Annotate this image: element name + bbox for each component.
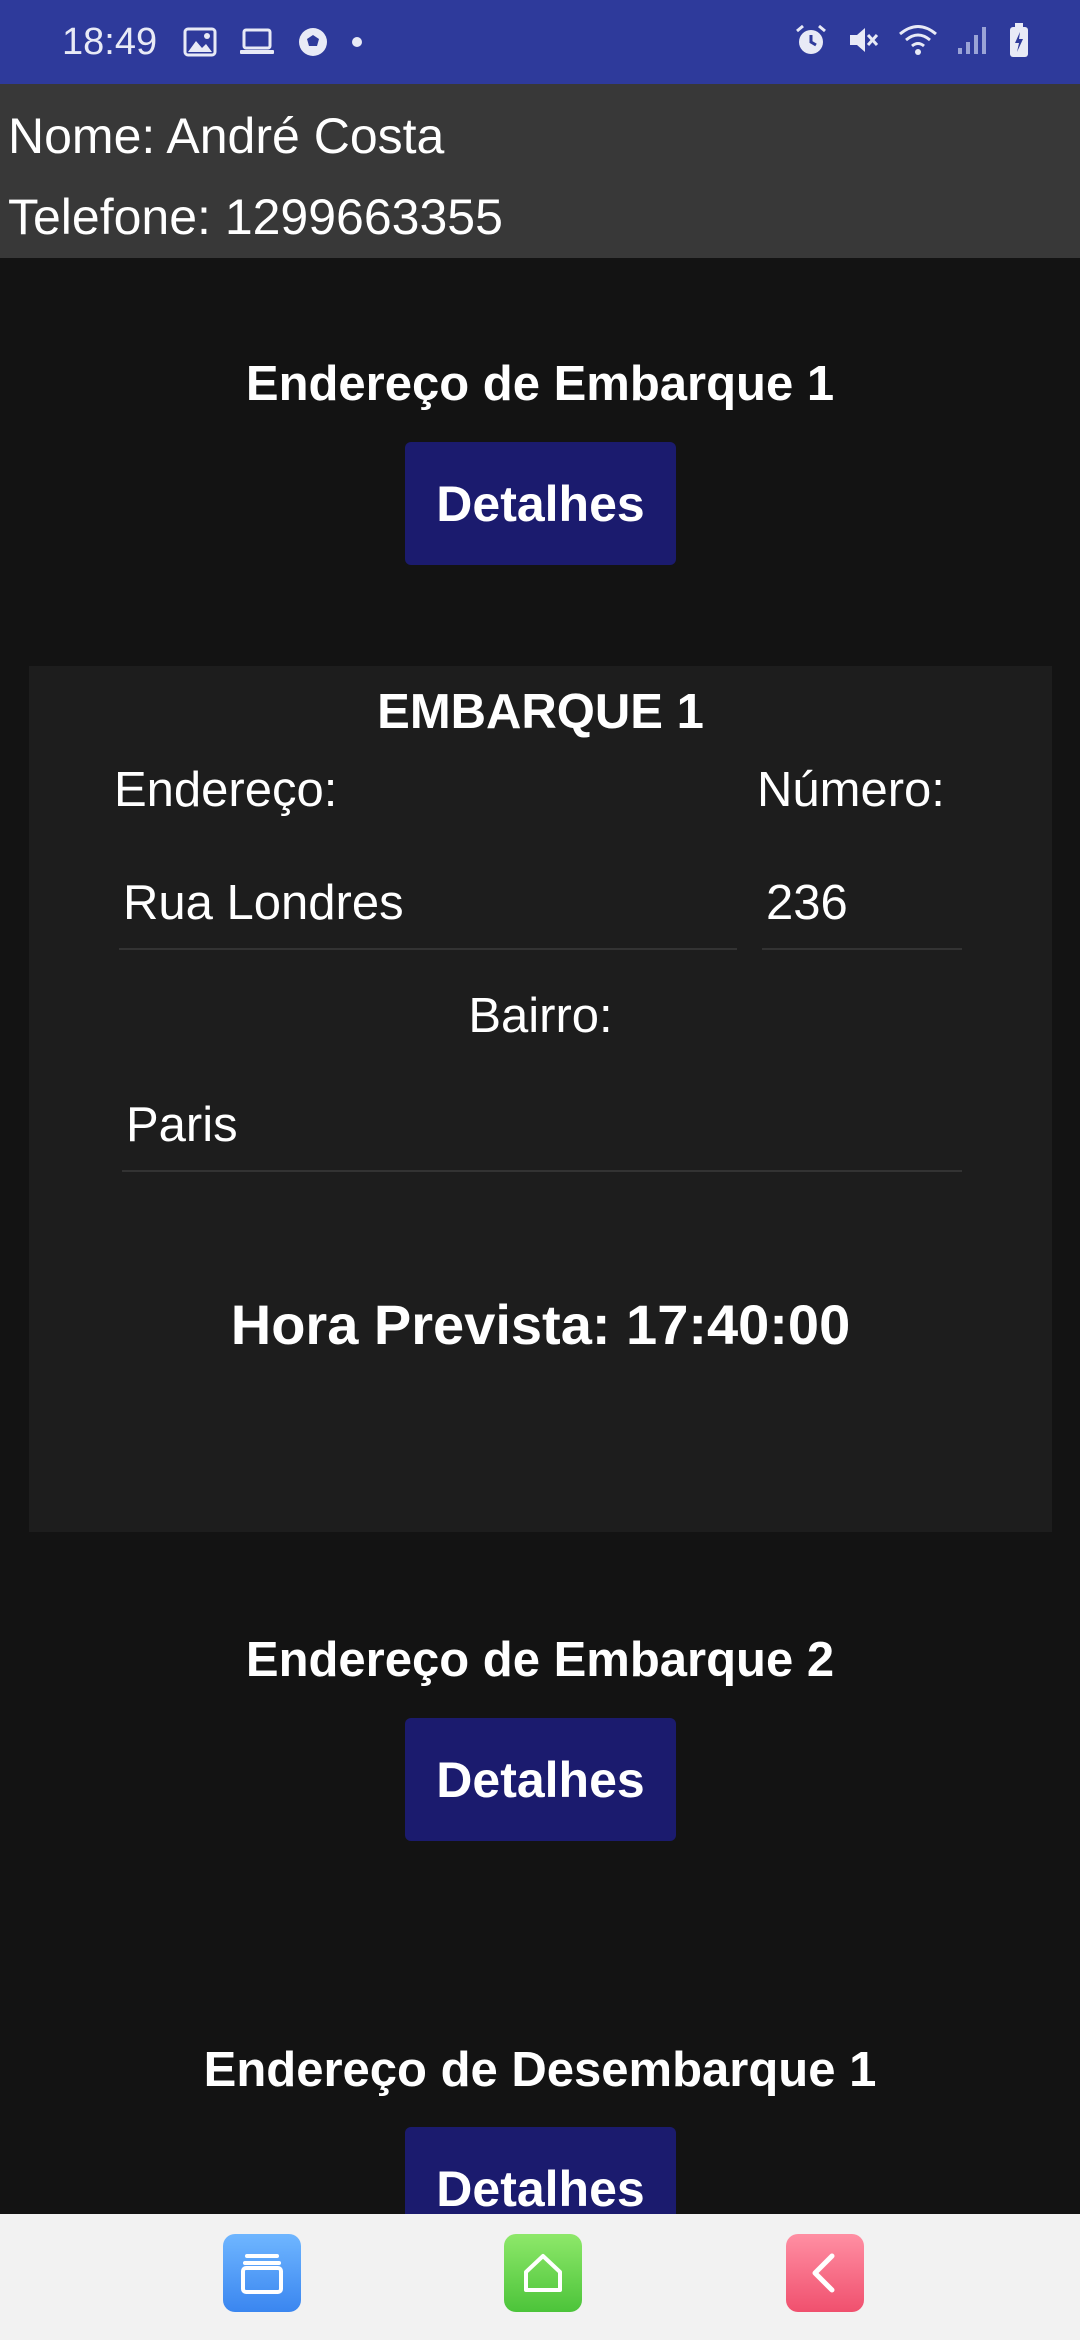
alarm-icon — [794, 23, 828, 62]
app-screen: 18:49 Nome: André Costa Telefone: 129966… — [0, 0, 1080, 2340]
bairro-label: Bairro: — [468, 989, 613, 1043]
dot-icon — [351, 36, 363, 48]
client-info-header: Nome: André Costa Telefone: 1299663355 — [0, 84, 1080, 258]
client-name: Nome: André Costa — [8, 108, 445, 164]
navigation-bar — [0, 2214, 1080, 2340]
bairro-field[interactable]: Paris — [122, 1080, 962, 1172]
home-icon[interactable] — [504, 2234, 582, 2312]
endereco-field[interactable]: Rua Londres — [119, 858, 737, 950]
details-button-embarque-1[interactable]: Detalhes — [405, 442, 676, 565]
section-title-embarque-1: Endereço de Embarque 1 — [245, 357, 835, 411]
endereco-label: Endereço: — [114, 763, 338, 817]
image-icon — [183, 27, 217, 57]
details-button-embarque-2[interactable]: Detalhes — [405, 1718, 676, 1841]
laptop-icon — [239, 28, 275, 56]
numero-label: Número: — [757, 763, 945, 817]
soccer-ball-icon — [297, 26, 329, 58]
back-icon[interactable] — [786, 2234, 864, 2312]
status-bar: 18:49 — [0, 0, 1080, 84]
embarque-details-card: EMBARQUE 1 Endereço: Número: Rua Londres… — [29, 666, 1052, 1532]
hora-prevista: Hora Prevista: 17:40:00 — [230, 1293, 851, 1356]
battery-charging-icon — [1008, 22, 1030, 63]
numero-field[interactable]: 236 — [762, 858, 962, 950]
status-right-icons — [794, 0, 1030, 84]
signal-icon — [956, 24, 990, 61]
section-title-desembarque-1: Endereço de Desembarque 1 — [203, 2043, 877, 2097]
client-phone: Telefone: 1299663355 — [8, 189, 503, 245]
wifi-icon — [898, 23, 938, 62]
mute-icon — [846, 23, 880, 62]
recent-apps-icon[interactable] — [223, 2234, 301, 2312]
card-title: EMBARQUE 1 — [377, 685, 704, 739]
status-time: 18:49 — [62, 20, 158, 63]
section-title-embarque-2: Endereço de Embarque 2 — [245, 1633, 835, 1687]
